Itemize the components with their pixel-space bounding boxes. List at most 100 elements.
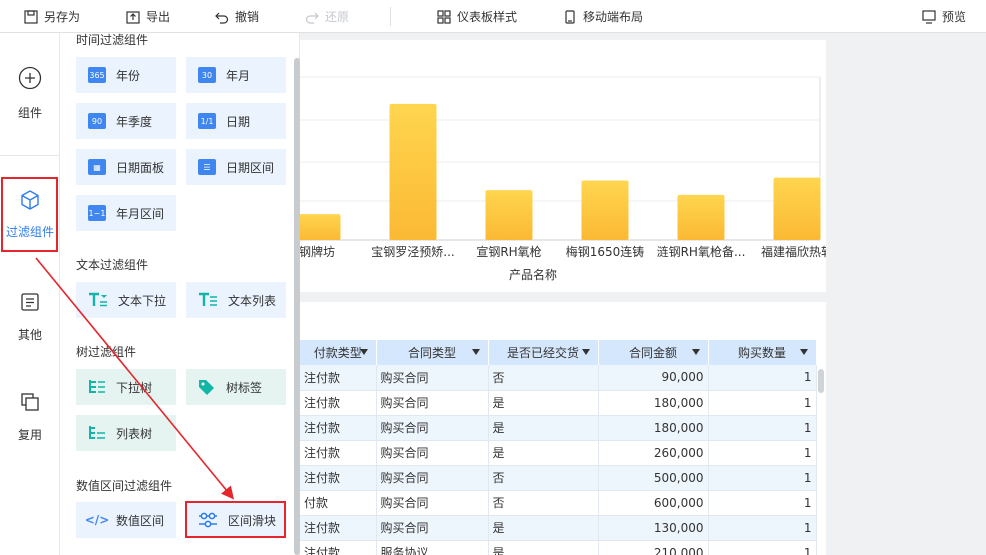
table-cell: 180,000 — [598, 415, 709, 441]
column-header[interactable]: 是否已经交货 — [488, 340, 599, 365]
component-date-panel[interactable]: ▦ 日期面板 — [76, 149, 176, 185]
undo-icon — [215, 12, 229, 24]
table-cell: 1 — [708, 540, 817, 555]
table-cell: 260,000 — [598, 440, 709, 466]
preview-button[interactable]: 预览 — [922, 0, 966, 33]
chart-bar[interactable] — [293, 214, 341, 240]
x-tick-label: 宝钢罗泾预矫... — [371, 244, 454, 259]
component-year-quarter[interactable]: 90 年季度 — [76, 103, 176, 139]
column-header[interactable]: 购买数量 — [708, 340, 817, 365]
left-rail: 组件 过滤组件 其他 复用 — [0, 33, 60, 555]
table-cell: 购买合同 — [376, 440, 489, 466]
monitor-icon — [922, 9, 936, 24]
detail-table-widget[interactable]: 付款类型 合同类型 是否已经交货 合同金额 购买数量 注付款 购买合同否 90,000 1 注付… — [300, 302, 826, 555]
sort-dropdown-icon[interactable] — [691, 349, 700, 355]
table-cell: 500,000 — [598, 465, 709, 491]
column-header[interactable]: 合同金额 — [598, 340, 709, 365]
chart-bar[interactable] — [581, 180, 629, 240]
table-row[interactable]: 注付款 购买合同是 180,000 1 — [300, 415, 817, 441]
rail-divider — [0, 155, 60, 156]
mobile-layout-label: 移动端布局 — [583, 10, 644, 24]
rail-item-reuse[interactable]: 复用 — [0, 392, 60, 443]
component-numeric-range[interactable]: </> 数值区间 — [76, 502, 176, 538]
table-row[interactable]: 注付款 购买合同否 90,000 1 — [300, 365, 817, 391]
sort-dropdown-icon[interactable] — [359, 349, 368, 355]
export-button[interactable]: 导出 — [126, 0, 170, 33]
dashboard-style-button[interactable]: 仪表板样式 — [437, 0, 517, 33]
column-header[interactable]: 合同类型 — [376, 340, 489, 365]
bar-chart-widget[interactable]: 钢牌坊 宝钢罗泾预矫... 宣钢RH氧枪 梅钢1650连铸 涟钢RH氧枪备... 福建福欣… — [293, 40, 833, 292]
component-list-tree[interactable]: 列表树 — [76, 415, 176, 451]
x-tick-label: 钢牌坊 — [300, 244, 335, 259]
x-axis-label: 产品名称 — [509, 267, 557, 282]
component-label: 列表树 — [116, 426, 153, 441]
bar-chart: 钢牌坊 宝钢罗泾预矫... 宣钢RH氧枪 梅钢1650连铸 涟钢RH氧枪备... 福建福欣… — [293, 76, 833, 282]
table-row[interactable]: 付款 购买合同否 600,000 1 — [300, 490, 817, 516]
calendar-month-range-icon: 1~1 — [88, 205, 106, 221]
redo-button[interactable]: 还原 — [305, 0, 349, 33]
chart-bar[interactable] — [389, 103, 437, 240]
save-as-button[interactable]: 另存为 — [24, 0, 80, 33]
table-cell: 注付款 — [300, 515, 377, 541]
canvas-margin — [830, 33, 986, 555]
table-cell: 1 — [708, 365, 817, 391]
table-row[interactable]: 注付款 购买合同是 130,000 1 — [300, 515, 817, 541]
component-label: 日期面板 — [116, 160, 165, 175]
calendar-365-icon: 365 — [88, 67, 106, 83]
plus-circle-icon — [18, 66, 42, 90]
sort-dropdown-icon[interactable] — [799, 349, 808, 355]
section-title-numeric: 数值区间过滤组件 — [76, 479, 173, 493]
column-header[interactable]: 付款类型 — [300, 340, 377, 365]
text-list-icon — [199, 292, 217, 306]
table-cell: 是 — [488, 540, 599, 555]
redo-label: 还原 — [325, 10, 350, 24]
component-year-month[interactable]: 30 年月 — [186, 57, 286, 93]
rail-label-components: 组件 — [17, 106, 42, 120]
dashboard-style-label: 仪表板样式 — [457, 10, 518, 24]
table-row[interactable]: 注付款 购买合同是 260,000 1 — [300, 440, 817, 466]
chart-bar[interactable] — [485, 190, 533, 240]
component-year-month-range[interactable]: 1~1 年月区间 — [76, 195, 176, 231]
mobile-icon — [565, 9, 575, 24]
rail-item-components[interactable]: 组件 — [0, 66, 60, 121]
chart-bar[interactable] — [677, 194, 725, 240]
column-header-label: 合同类型 — [407, 346, 456, 360]
table-cell: 是 — [488, 440, 599, 466]
table-cell: 1 — [708, 465, 817, 491]
component-dropdown-tree[interactable]: 下拉树 — [76, 369, 176, 405]
component-tree-tag[interactable]: 树标签 — [186, 369, 286, 405]
table-row[interactable]: 注付款 购买合同是 180,000 1 — [300, 390, 817, 416]
component-year[interactable]: 365 年份 — [76, 57, 176, 93]
sort-dropdown-icon[interactable] — [581, 349, 590, 355]
undo-button[interactable]: 撤销 — [215, 0, 259, 33]
column-header-label: 是否已经交货 — [506, 346, 579, 360]
table-scrollbar[interactable] — [818, 369, 824, 393]
chart-bar[interactable] — [773, 177, 821, 240]
component-label: 年份 — [116, 68, 141, 83]
table-row[interactable]: 注付款 服务协议是 210,000 1 — [300, 540, 817, 555]
component-date[interactable]: 1/1 日期 — [186, 103, 286, 139]
table-cell: 购买合同 — [376, 365, 489, 391]
table-cell: 注付款 — [300, 540, 377, 555]
table-row[interactable]: 注付款 购买合同否 500,000 1 — [300, 465, 817, 491]
table-cell: 购买合同 — [376, 415, 489, 441]
component-date-range[interactable]: ☰ 日期区间 — [186, 149, 286, 185]
calendar-grid-icon: ▦ — [88, 159, 106, 175]
rail-item-other[interactable]: 其他 — [0, 292, 60, 343]
component-label: 日期 — [226, 114, 251, 129]
data-table: 付款类型 合同类型 是否已经交货 合同金额 购买数量 注付款 购买合同否 90,000 1 注付… — [300, 340, 817, 555]
column-header-label: 购买数量 — [737, 346, 786, 360]
component-text-dropdown[interactable]: 文本下拉 — [76, 282, 176, 318]
table-cell: 是 — [488, 390, 599, 416]
table-cell: 注付款 — [300, 415, 377, 441]
table-cell: 90,000 — [598, 365, 709, 391]
table-cell: 注付款 — [300, 440, 377, 466]
x-tick-label: 涟钢RH氧枪备... — [657, 244, 746, 259]
sort-dropdown-icon[interactable] — [471, 349, 480, 355]
table-cell: 付款 — [300, 490, 377, 516]
column-header-label: 付款类型 — [313, 346, 362, 360]
mobile-layout-button[interactable]: 移动端布局 — [563, 0, 643, 33]
column-header-label: 合同金额 — [628, 346, 677, 360]
component-text-list[interactable]: 文本列表 — [186, 282, 286, 318]
table-cell: 130,000 — [598, 515, 709, 541]
